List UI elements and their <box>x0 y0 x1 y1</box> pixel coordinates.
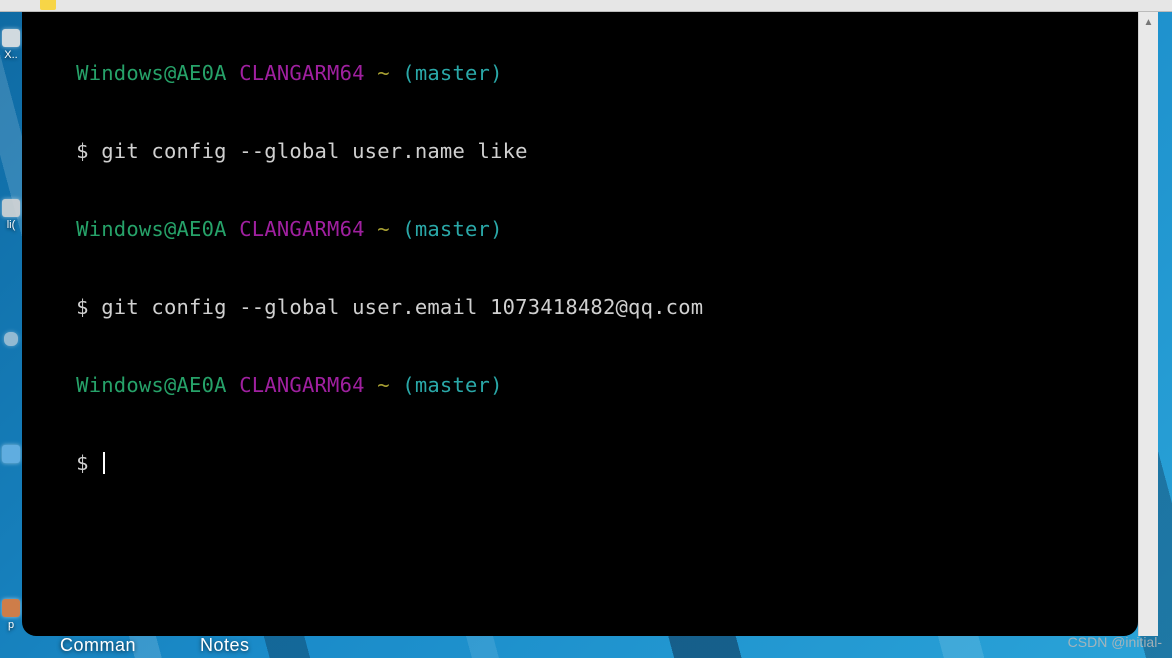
prompt-branch: (master) <box>402 373 502 397</box>
prompt-tilde: ~ <box>377 373 390 397</box>
generic-icon <box>4 332 18 346</box>
desktop-icon-label: p <box>8 619 14 631</box>
document-icon <box>2 29 20 47</box>
prompt-branch: (master) <box>402 217 502 241</box>
prompt-tilde: ~ <box>377 217 390 241</box>
desktop-icon-partial-5[interactable]: p <box>0 590 22 640</box>
desktop-icon-partial-1[interactable]: X.. <box>0 20 22 70</box>
document-icon <box>2 199 20 217</box>
prompt-line: Windows@AE0A CLANGARM64 ~ (master) <box>26 346 1130 424</box>
command-line: $ git config --global user.name like <box>26 112 1130 190</box>
prompt-at: @ <box>164 373 177 397</box>
desktop-icon-partial-4[interactable] <box>0 430 22 480</box>
watermark-text: CSDN @initial- <box>1068 634 1162 650</box>
prompt-host: AE0A <box>177 373 227 397</box>
prompt-host: AE0A <box>177 61 227 85</box>
app-icon <box>2 599 20 617</box>
prompt-env: CLANGARM64 <box>239 61 364 85</box>
prompt-line: Windows@AE0A CLANGARM64 ~ (master) <box>26 34 1130 112</box>
title-bar-fragment <box>0 0 1172 12</box>
desktop-icon-label: li( <box>7 219 16 231</box>
desktop-icon-label: X.. <box>4 49 17 61</box>
taskbar-item-command[interactable]: Comman <box>60 635 136 656</box>
prompt-symbol: $ <box>76 451 89 475</box>
command-text: git config --global user.email 107341848… <box>101 295 703 319</box>
app-icon <box>2 445 20 463</box>
command-input-line[interactable]: $ <box>26 424 1130 502</box>
prompt-symbol: $ <box>76 139 89 163</box>
toolbar-shield-icon <box>40 0 56 10</box>
prompt-branch: (master) <box>402 61 502 85</box>
command-line: $ git config --global user.email 1073418… <box>26 268 1130 346</box>
prompt-at: @ <box>164 61 177 85</box>
desktop-icon-partial-2[interactable]: li( <box>0 190 22 240</box>
taskbar-item-notes[interactable]: Notes <box>200 635 250 656</box>
vertical-scrollbar[interactable]: ▲ <box>1138 12 1158 636</box>
desktop-icon-partial-3[interactable] <box>0 320 22 360</box>
command-text: git config --global user.name like <box>101 139 527 163</box>
prompt-env: CLANGARM64 <box>239 373 364 397</box>
prompt-at: @ <box>164 217 177 241</box>
prompt-line: Windows@AE0A CLANGARM64 ~ (master) <box>26 190 1130 268</box>
prompt-symbol: $ <box>76 295 89 319</box>
scrollbar-up-arrow-icon[interactable]: ▲ <box>1139 12 1158 32</box>
prompt-user: Windows <box>76 217 164 241</box>
prompt-tilde: ~ <box>377 61 390 85</box>
prompt-user: Windows <box>76 61 164 85</box>
text-cursor <box>103 452 105 474</box>
prompt-host: AE0A <box>177 217 227 241</box>
prompt-user: Windows <box>76 373 164 397</box>
prompt-env: CLANGARM64 <box>239 217 364 241</box>
terminal-window[interactable]: Windows@AE0A CLANGARM64 ~ (master) $ git… <box>22 12 1138 636</box>
